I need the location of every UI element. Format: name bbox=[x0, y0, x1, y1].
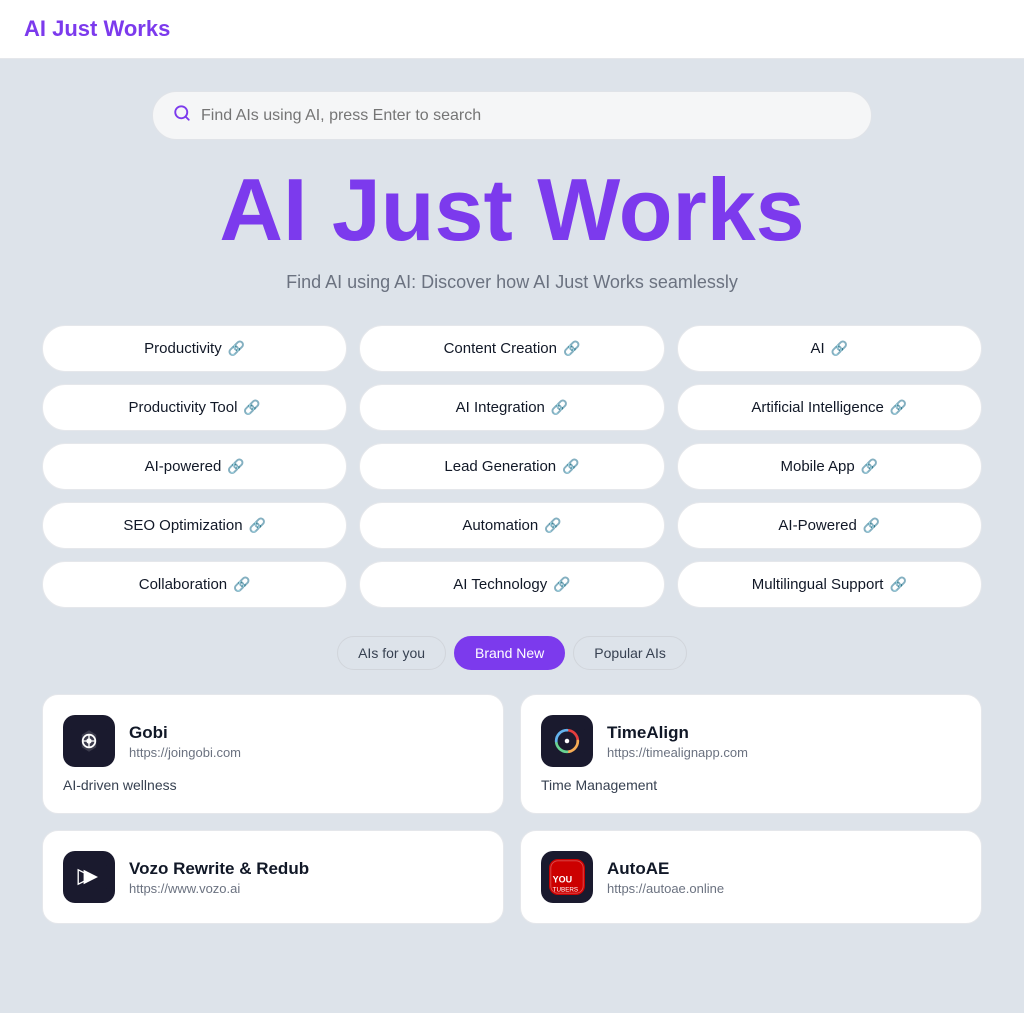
search-input[interactable] bbox=[201, 107, 851, 125]
tag-label: AI-Powered bbox=[778, 517, 856, 534]
tag-label: Collaboration bbox=[139, 576, 227, 593]
link-icon: 🔗 bbox=[227, 458, 244, 475]
card-name: TimeAlign bbox=[607, 723, 748, 743]
card-description: Time Management bbox=[541, 777, 961, 793]
header: AI Just Works bbox=[0, 0, 1024, 59]
card-logo: YOU TUBERS bbox=[541, 851, 593, 903]
link-icon: 🔗 bbox=[243, 399, 260, 416]
tag-button[interactable]: Artificial Intelligence 🔗 bbox=[677, 384, 982, 431]
tag-button[interactable]: Productivity 🔗 bbox=[42, 325, 347, 372]
tag-button[interactable]: Content Creation 🔗 bbox=[359, 325, 664, 372]
tab-bar: AIs for youBrand NewPopular AIs bbox=[337, 636, 687, 670]
tag-label: AI Integration bbox=[456, 399, 545, 416]
card-logo bbox=[541, 715, 593, 767]
card-logo bbox=[63, 851, 115, 903]
card-header: YOU TUBERS AutoAE https://autoae.online bbox=[541, 851, 961, 903]
tag-grid: Productivity🔗Content Creation🔗AI🔗Product… bbox=[42, 325, 982, 608]
ai-card[interactable]: Vozo Rewrite & Redub https://www.vozo.ai bbox=[42, 830, 504, 924]
card-info: Gobi https://joingobi.com bbox=[129, 723, 241, 760]
tag-label: AI-powered bbox=[145, 458, 222, 475]
hero-subtitle: Find AI using AI: Discover how AI Just W… bbox=[286, 272, 738, 293]
tag-button[interactable]: Productivity Tool 🔗 bbox=[42, 384, 347, 431]
search-bar bbox=[152, 91, 872, 140]
tag-button[interactable]: Automation 🔗 bbox=[359, 502, 664, 549]
card-url: https://autoae.online bbox=[607, 881, 724, 896]
link-icon: 🔗 bbox=[861, 458, 878, 475]
tag-button[interactable]: Multilingual Support 🔗 bbox=[677, 561, 982, 608]
link-icon: 🔗 bbox=[831, 340, 848, 357]
link-icon: 🔗 bbox=[233, 576, 250, 593]
tag-button[interactable]: AI Technology 🔗 bbox=[359, 561, 664, 608]
card-description: AI-driven wellness bbox=[63, 777, 483, 793]
card-name: Gobi bbox=[129, 723, 241, 743]
svg-text:TUBERS: TUBERS bbox=[553, 887, 579, 894]
ai-card[interactable]: Gobi https://joingobi.com AI-driven well… bbox=[42, 694, 504, 814]
hero-title: AI Just Works bbox=[219, 164, 804, 256]
tag-label: Lead Generation bbox=[444, 458, 556, 475]
link-icon: 🔗 bbox=[553, 576, 570, 593]
tag-button[interactable]: AI 🔗 bbox=[677, 325, 982, 372]
card-name: Vozo Rewrite & Redub bbox=[129, 859, 309, 879]
link-icon: 🔗 bbox=[551, 399, 568, 416]
card-url: https://timealignapp.com bbox=[607, 745, 748, 760]
card-header: TimeAlign https://timealignapp.com bbox=[541, 715, 961, 767]
tag-label: Content Creation bbox=[444, 340, 557, 357]
card-url: https://www.vozo.ai bbox=[129, 881, 309, 896]
main-content: AI Just Works Find AI using AI: Discover… bbox=[0, 59, 1024, 1013]
card-grid: Gobi https://joingobi.com AI-driven well… bbox=[42, 694, 982, 924]
tag-label: AI Technology bbox=[453, 576, 547, 593]
tag-label: AI bbox=[811, 340, 825, 357]
tag-button[interactable]: Collaboration 🔗 bbox=[42, 561, 347, 608]
tag-label: Productivity Tool bbox=[128, 399, 237, 416]
tag-label: Mobile App bbox=[781, 458, 855, 475]
tag-button[interactable]: AI-powered 🔗 bbox=[42, 443, 347, 490]
tag-label: Multilingual Support bbox=[752, 576, 884, 593]
card-name: AutoAE bbox=[607, 859, 724, 879]
search-icon bbox=[173, 104, 191, 127]
tag-label: Artificial Intelligence bbox=[751, 399, 884, 416]
link-icon: 🔗 bbox=[889, 576, 906, 593]
tag-button[interactable]: SEO Optimization 🔗 bbox=[42, 502, 347, 549]
link-icon: 🔗 bbox=[544, 517, 561, 534]
card-info: TimeAlign https://timealignapp.com bbox=[607, 723, 748, 760]
tag-button[interactable]: Lead Generation 🔗 bbox=[359, 443, 664, 490]
card-header: Vozo Rewrite & Redub https://www.vozo.ai bbox=[63, 851, 483, 903]
card-url: https://joingobi.com bbox=[129, 745, 241, 760]
tab-button[interactable]: Popular AIs bbox=[573, 636, 687, 670]
header-title[interactable]: AI Just Works bbox=[24, 16, 170, 41]
tag-button[interactable]: Mobile App 🔗 bbox=[677, 443, 982, 490]
tag-button[interactable]: AI-Powered 🔗 bbox=[677, 502, 982, 549]
tag-label: SEO Optimization bbox=[123, 517, 242, 534]
link-icon: 🔗 bbox=[563, 340, 580, 357]
tag-button[interactable]: AI Integration 🔗 bbox=[359, 384, 664, 431]
link-icon: 🔗 bbox=[562, 458, 579, 475]
tag-label: Automation bbox=[462, 517, 538, 534]
link-icon: 🔗 bbox=[890, 399, 907, 416]
link-icon: 🔗 bbox=[863, 517, 880, 534]
card-header: Gobi https://joingobi.com bbox=[63, 715, 483, 767]
link-icon: 🔗 bbox=[249, 517, 266, 534]
tab-button[interactable]: AIs for you bbox=[337, 636, 446, 670]
svg-text:YOU: YOU bbox=[553, 875, 573, 885]
link-icon: 🔗 bbox=[228, 340, 245, 357]
card-logo bbox=[63, 715, 115, 767]
card-info: AutoAE https://autoae.online bbox=[607, 859, 724, 896]
tab-button[interactable]: Brand New bbox=[454, 636, 565, 670]
ai-card[interactable]: YOU TUBERS AutoAE https://autoae.online bbox=[520, 830, 982, 924]
ai-card[interactable]: TimeAlign https://timealignapp.com Time … bbox=[520, 694, 982, 814]
card-info: Vozo Rewrite & Redub https://www.vozo.ai bbox=[129, 859, 309, 896]
tag-label: Productivity bbox=[144, 340, 222, 357]
